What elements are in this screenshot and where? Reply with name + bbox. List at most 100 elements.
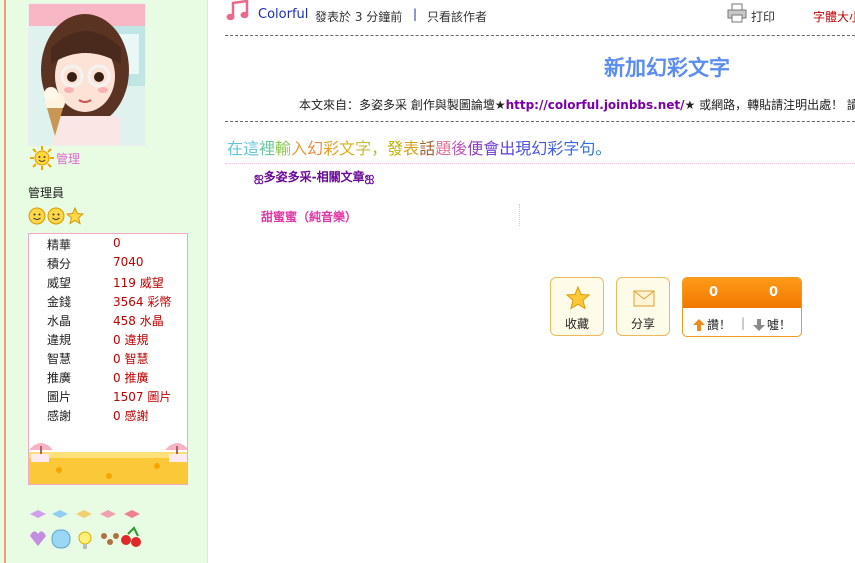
print-link[interactable]: 打印 [751, 8, 775, 25]
down-vote-button[interactable]: 噓！ [753, 316, 791, 333]
medal-charms [30, 510, 141, 549]
rainbow-char: 輸 [275, 139, 292, 158]
rainbow-char: 幻 [531, 139, 548, 158]
rainbow-char: 表 [403, 139, 420, 158]
stat-label: 積分 [47, 257, 72, 271]
smiley-icon [47, 207, 65, 225]
arrow-up-icon [693, 319, 705, 331]
author-link[interactable]: Colorful [258, 7, 308, 22]
stat-row: 水晶 458 水晶 [29, 312, 187, 331]
vote-divider: | [741, 316, 746, 330]
column-divider [519, 204, 520, 226]
stat-row: 精華 0 [29, 236, 187, 255]
post-timestamp: 發表於 3 分鐘前 [315, 10, 403, 24]
user-stats-panel: 精華 0 積分 7040 威望 119 威望 金錢 3564 彩幣 水晶 458 水晶 違… [28, 233, 188, 485]
rainbow-char: 發 [387, 139, 404, 158]
rainbow-char: 彩 [323, 139, 340, 158]
star-icon [66, 207, 84, 225]
stat-label: 精華 [47, 238, 72, 252]
rainbow-char: 入 [291, 139, 308, 158]
stat-row: 違規 0 違規 [29, 331, 187, 350]
stat-label: 智慧 [47, 352, 72, 366]
user-role: 管理員 [28, 186, 65, 200]
stat-row: 威望 119 威望 [29, 274, 187, 293]
stat-value: 458 水晶 [113, 314, 164, 328]
related-article-link[interactable]: 甜蜜蜜（純音樂） [261, 208, 357, 225]
only-author-link[interactable]: 只看該作者 [427, 8, 487, 25]
stat-label: 感謝 [47, 409, 72, 423]
rainbow-char: 便 [467, 139, 484, 158]
admin-badge-label: 管理 [56, 151, 81, 166]
rainbow-char: 現 [515, 139, 532, 158]
rainbow-text: 在這裡輸入幻彩文字，發表話題後便會出現幻彩字句。 [227, 135, 611, 159]
stat-value: 119 威望 [113, 276, 164, 290]
source-notice: 本文來自：多姿多采 創作與製圖論壇★http://colorful.joinbb… [299, 96, 855, 113]
share-button[interactable]: 分享 [616, 277, 670, 336]
rainbow-char: 話 [419, 139, 436, 158]
rainbow-char: 後 [451, 139, 468, 158]
stat-row: 圖片 1507 圖片 [29, 388, 187, 407]
stat-label: 違規 [47, 333, 72, 347]
rainbow-char: 幻 [307, 139, 324, 158]
source-prefix: 本文來自：多姿多采 創作與製圖論壇★ [299, 98, 506, 112]
stat-value: 3564 彩幣 [113, 295, 172, 309]
rainbow-char: 會 [483, 139, 500, 158]
up-vote-count: 0 [709, 285, 719, 300]
font-size-link[interactable]: 字體大小 [813, 8, 855, 25]
stat-row: 積分 7040 [29, 255, 187, 274]
stat-value: 0 感謝 [113, 409, 149, 423]
vote-counts: 0 0 [683, 278, 801, 308]
arrow-down-icon [753, 319, 765, 331]
stat-row: 金錢 3564 彩幣 [29, 293, 187, 312]
vote-box: 0 0 讚！ | 噓！ [682, 277, 802, 337]
avatar[interactable] [28, 3, 146, 146]
stat-label: 水晶 [47, 314, 72, 328]
rainbow-char: 裡 [259, 139, 276, 158]
stat-row: 感謝 0 感謝 [29, 407, 187, 426]
up-vote-label: 讚！ [707, 318, 732, 332]
stat-value: 0 推廣 [113, 371, 149, 385]
down-vote-count: 0 [769, 285, 779, 300]
stat-value: 7040 [113, 255, 144, 269]
beach-scene-decoration [29, 436, 187, 484]
music-note-icon [226, 0, 249, 21]
favorite-button[interactable]: 收藏 [550, 277, 604, 336]
rainbow-char: ， [371, 139, 388, 158]
rainbow-char: 這 [243, 139, 260, 158]
divider [225, 163, 855, 164]
related-articles-title: ஐ多姿多采-相關文章ஐ [254, 170, 375, 184]
down-vote-label: 噓！ [767, 318, 792, 332]
stat-value: 1507 圖片 [113, 390, 172, 404]
star-icon [566, 286, 590, 310]
source-url-link[interactable]: http://colorful.joinbbs.net/ [506, 98, 685, 112]
stat-value: 0 違規 [113, 333, 149, 347]
stat-label: 推廣 [47, 371, 72, 385]
rainbow-char: 字 [355, 139, 372, 158]
rainbow-char: 文 [339, 139, 356, 158]
post-title: 新加幻彩文字 [604, 55, 730, 80]
sun-face-icon [30, 146, 54, 170]
rainbow-char: 在 [227, 139, 244, 158]
share-label: 分享 [630, 317, 655, 331]
meta-separator: | [413, 7, 418, 21]
sidebar-border [4, 0, 6, 563]
post-main: Colorful 發表於 3 分鐘前 | 只看該作者 打印 字體大小 新加幻彩文… [209, 0, 855, 563]
rainbow-char: 。 [595, 139, 612, 158]
source-suffix: ★ 或網路，轉貼請注明出處！ 讀 [684, 98, 855, 112]
stat-row: 推廣 0 推廣 [29, 369, 187, 388]
rainbow-char: 出 [499, 139, 516, 158]
rainbow-char: 字 [563, 139, 580, 158]
author-profile-sidebar: 管理 管理員 精華 0 積分 7040 威望 119 威望 金錢 3564 彩幣 水晶 4… [0, 0, 208, 563]
stat-value: 0 智慧 [113, 352, 149, 366]
stat-label: 金錢 [47, 295, 72, 309]
stat-row: 智慧 0 智慧 [29, 350, 187, 369]
up-vote-button[interactable]: 讚！ [693, 316, 731, 333]
rainbow-char: 句 [579, 139, 596, 158]
printer-icon[interactable] [727, 3, 747, 23]
rainbow-char: 題 [435, 139, 452, 158]
stat-label: 圖片 [47, 390, 72, 404]
favorite-label: 收藏 [564, 317, 589, 331]
admin-badge: 管理 [30, 146, 80, 170]
smiley-icon [28, 207, 46, 225]
divider [225, 35, 855, 36]
